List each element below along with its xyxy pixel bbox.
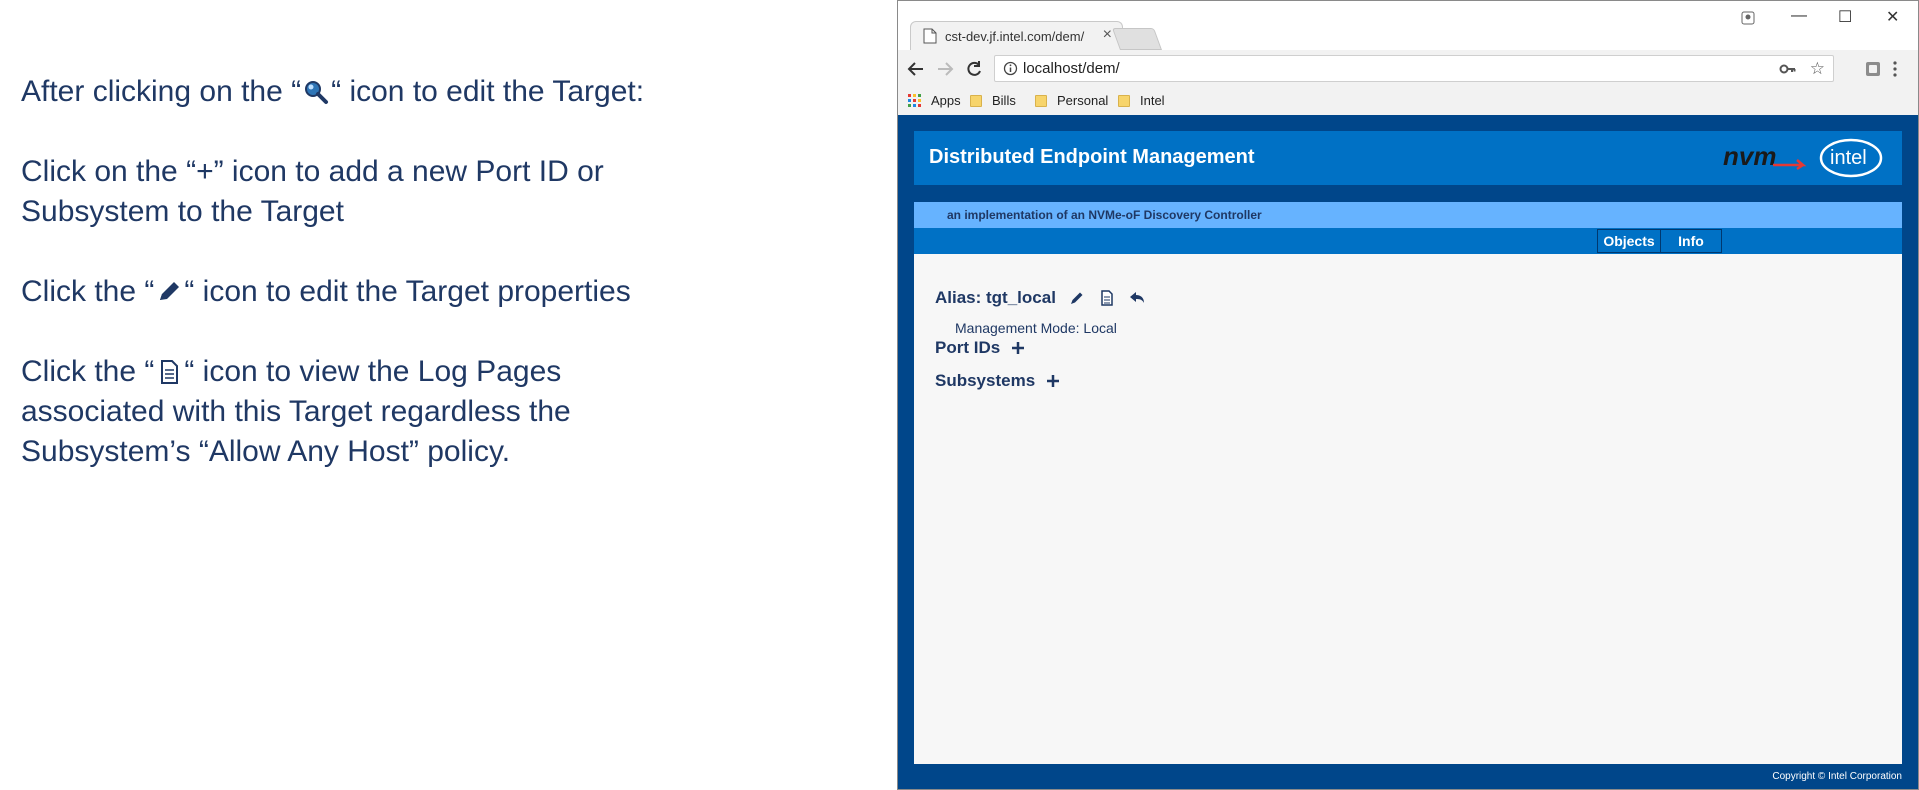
app-title: Distributed Endpoint Management <box>929 146 1255 168</box>
pencil-icon[interactable] <box>1068 289 1086 307</box>
instructions-panel: After clicking on the “ “ icon to edit th… <box>21 72 861 512</box>
instruction-2-line-2: Subsystem to the Target <box>21 195 344 228</box>
folder-icon <box>970 94 982 107</box>
document-icon[interactable] <box>1098 289 1116 307</box>
profile-icon[interactable] <box>1740 10 1756 26</box>
instruction-3-text-a: Click the “ <box>21 275 155 308</box>
target-detail-panel: Alias: tgt_local Management Mode: Local … <box>914 254 1902 764</box>
apps-grid-icon <box>908 94 921 107</box>
instruction-4-line-3: Subsystem’s “Allow Any Host” policy. <box>21 435 511 468</box>
copyright-footer: Copyright © Intel Corporation <box>1772 771 1902 782</box>
bookmark-label: Bills <box>992 93 1016 108</box>
instruction-3: Click the “ “ icon to edit the Target pro… <box>21 272 861 312</box>
instruction-2-line-1: Click on the “+” icon to add a new Port … <box>21 155 604 188</box>
bookmark-star-icon[interactable]: ☆ <box>1810 59 1825 79</box>
intel-logo: intel <box>1819 138 1883 178</box>
instruction-4: Click the ““ icon to view the Log Pages … <box>21 352 861 472</box>
app-subtitle: an implementation of an NVMe-oF Discover… <box>947 208 1262 222</box>
add-subsystem-plus-icon[interactable] <box>1045 373 1061 389</box>
instruction-2: Click on the “+” icon to add a new Port … <box>21 152 861 232</box>
bookmark-label: Apps <box>931 93 961 108</box>
bookmark-intel[interactable]: Intel <box>1118 93 1165 108</box>
close-window-button[interactable]: ✕ <box>1886 7 1899 27</box>
target-alias: Alias: tgt_local <box>935 288 1056 307</box>
instruction-3-text-b: “ icon to edit the Target properties <box>184 275 631 308</box>
web-page: Distributed Endpoint Management nvm inte… <box>898 115 1918 789</box>
pencil-icon <box>160 282 180 300</box>
minimize-button[interactable]: — <box>1791 7 1807 25</box>
instruction-1: After clicking on the “ “ icon to edit th… <box>21 72 861 112</box>
app-header: Distributed Endpoint Management nvm inte… <box>914 131 1902 185</box>
bookmark-label: Personal <box>1057 93 1109 108</box>
folder-icon <box>1035 94 1047 107</box>
bookmark-bills[interactable]: Bills <box>970 93 1016 108</box>
forward-arrow-icon[interactable] <box>935 59 955 79</box>
address-bar[interactable]: localhost/dem/ ☆ <box>994 55 1834 82</box>
browser-window: cst-dev.jf.intel.com/dem/ × — ☐ ✕ localh… <box>897 0 1919 790</box>
add-port-id-plus-icon[interactable] <box>1010 340 1026 356</box>
info-icon[interactable] <box>1003 61 1018 76</box>
menu-objects[interactable]: Objects <box>1597 229 1661 253</box>
subsystems-label: Subsystems <box>935 371 1036 390</box>
magnifier-icon <box>305 81 329 104</box>
page-icon <box>923 28 937 44</box>
folder-icon <box>1118 94 1130 107</box>
browser-tab[interactable]: cst-dev.jf.intel.com/dem/ × <box>910 21 1123 50</box>
nvm-logo-text: nvm <box>1723 143 1776 171</box>
document-icon <box>161 360 179 384</box>
extension-icon[interactable] <box>1864 60 1882 78</box>
kebab-menu-icon[interactable] <box>1892 60 1898 78</box>
instruction-1-text-b: “ icon to edit the Target: <box>331 75 645 108</box>
alias-row: Alias: tgt_local <box>935 288 1158 308</box>
new-tab-button[interactable] <box>1111 28 1163 50</box>
port-ids-label: Port IDs <box>935 338 1001 357</box>
bookmark-personal[interactable]: Personal <box>1035 93 1108 108</box>
undo-arrow-icon[interactable] <box>1128 289 1146 307</box>
back-arrow-icon[interactable] <box>906 59 926 79</box>
nvm-logo: nvm <box>1723 143 1807 171</box>
maximize-button[interactable]: ☐ <box>1838 7 1852 27</box>
port-ids-section: Port IDs <box>935 338 1026 358</box>
browser-toolbar: localhost/dem/ ☆ <box>898 50 1918 88</box>
app-menu-bar: Objects Info <box>914 228 1902 254</box>
tab-title: cst-dev.jf.intel.com/dem/ <box>945 29 1085 44</box>
instruction-4-text-a: Click the “ <box>21 355 155 388</box>
instruction-4-line-2: associated with this Target regardless t… <box>21 395 571 428</box>
menu-info[interactable]: Info <box>1660 229 1722 253</box>
tab-close-button[interactable]: × <box>1103 26 1112 44</box>
bookmark-label: Intel <box>1140 93 1165 108</box>
bookmark-apps[interactable]: Apps <box>908 93 961 108</box>
reload-icon[interactable] <box>964 59 984 79</box>
subsystems-section: Subsystems <box>935 371 1061 391</box>
intel-logo-text: intel <box>1830 147 1867 169</box>
title-bar: cst-dev.jf.intel.com/dem/ × — ☐ ✕ <box>898 1 1918 50</box>
bookmarks-bar: Apps Bills Personal Intel <box>898 88 1918 115</box>
key-icon[interactable] <box>1779 61 1797 77</box>
instruction-1-text-a: After clicking on the “ <box>21 75 302 108</box>
url-text[interactable]: localhost/dem/ <box>1023 60 1120 77</box>
management-mode: Management Mode: Local <box>955 320 1117 336</box>
app-subtitle-bar: an implementation of an NVMe-oF Discover… <box>914 202 1902 228</box>
instruction-4-text-b: “ icon to view the Log Pages <box>184 355 562 388</box>
